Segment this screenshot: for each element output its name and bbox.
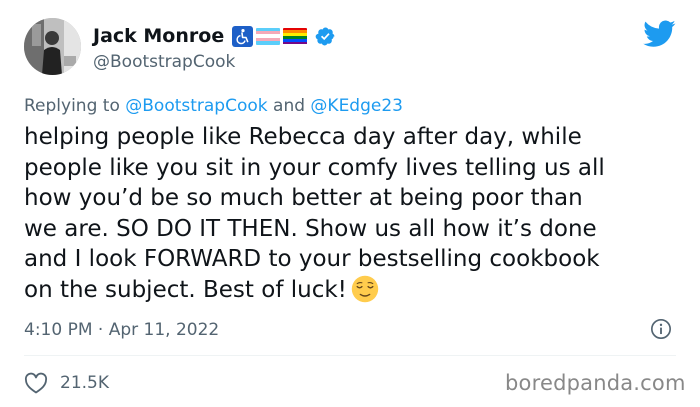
info-icon[interactable] — [650, 318, 672, 340]
heart-icon[interactable] — [24, 372, 48, 394]
tweet-timestamp[interactable]: 4:10 PM · Apr 11, 2022 — [24, 320, 219, 340]
tweet-body-line: we are. SO DO IT THEN. Show us all how i… — [24, 215, 597, 242]
display-name[interactable]: Jack Monroe — [93, 25, 224, 47]
divider — [24, 355, 676, 356]
like-action[interactable]: 21.5K — [24, 372, 109, 394]
reply-joiner: and — [273, 96, 306, 116]
author-handle[interactable]: @BootstrapCook — [93, 52, 235, 72]
avatar-photo — [24, 18, 81, 75]
tweet-body-line: and I look FORWARD to your bestselling c… — [24, 246, 600, 272]
verified-badge-icon — [315, 27, 335, 45]
tweet-body-line: people like you sit in your comfy lives … — [24, 154, 605, 181]
tweet-body: helping people like Rebecca day after da… — [24, 122, 684, 305]
reply-context: Replying to @BootstrapCook and @KEdge23 — [24, 96, 403, 116]
reply-prefix: Replying to — [24, 96, 120, 116]
relieved-face-emoji — [351, 275, 379, 302]
wheelchair-accessibility-icon — [232, 25, 254, 47]
author-name-row: Jack Monroe — [93, 23, 336, 49]
like-count: 21.5K — [60, 373, 109, 393]
mention-link-kedge23[interactable]: @KEdge23 — [310, 96, 403, 116]
twitter-bird-icon[interactable] — [643, 20, 676, 48]
tweet-card: Jack Monroe @BootstrapCook Replying to @… — [0, 0, 700, 407]
tweet-body-line: helping people like Rebecca day after da… — [24, 124, 582, 150]
profile-badges — [232, 25, 336, 47]
tweet-body-last-line: on the subject. Best of luck! — [24, 275, 684, 306]
avatar[interactable] — [24, 18, 81, 75]
rainbow-flag-icon — [283, 27, 308, 45]
tweet-body-line: on the subject. Best of luck! — [24, 276, 347, 303]
mention-link-bootstrapcook[interactable]: @BootstrapCook — [125, 96, 267, 116]
transgender-flag-icon — [256, 27, 281, 45]
tweet-body-line: how you’d be so much better at being poo… — [24, 185, 583, 211]
watermark: boredpanda.com — [505, 371, 686, 395]
